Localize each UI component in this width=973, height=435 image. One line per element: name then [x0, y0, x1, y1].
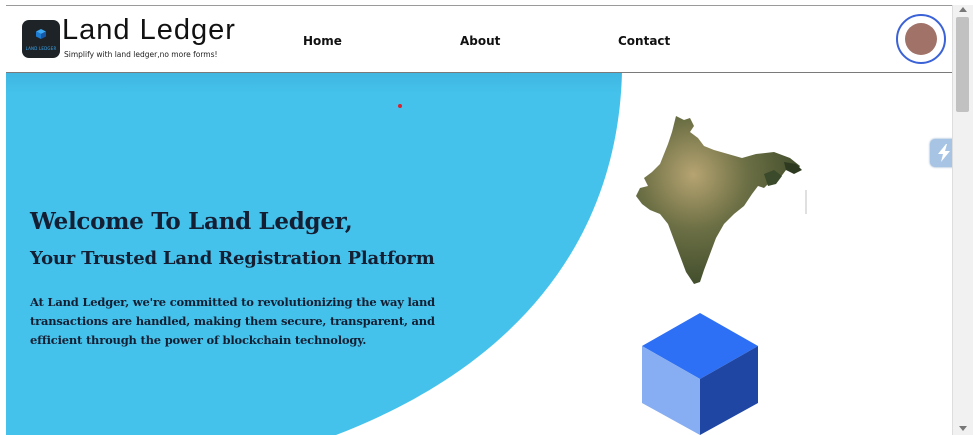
navbar: LAND LEDGER Land Ledger Simplify with la…: [6, 6, 952, 73]
brand-title[interactable]: Land Ledger: [62, 14, 236, 47]
logo-text: LAND LEDGER: [25, 46, 57, 51]
page-viewport: LAND LEDGER Land Ledger Simplify with la…: [6, 6, 952, 435]
hero-welcome-heading: Welcome To Land Ledger,: [30, 208, 353, 235]
scroll-down-arrow-icon[interactable]: [959, 426, 967, 431]
logo-cube-icon: [36, 29, 46, 39]
scrollbar-thumb[interactable]: [956, 17, 969, 112]
nav-contact-link[interactable]: Contact: [618, 34, 670, 48]
brand-subtitle: Simplify with land ledger,no more forms!: [64, 50, 218, 59]
hero-tagline: Your Trusted Land Registration Platform: [30, 248, 435, 269]
lightning-icon: [938, 144, 950, 162]
scroll-up-arrow-icon[interactable]: [959, 7, 967, 12]
decorative-dot: [398, 104, 402, 108]
vertical-scrollbar[interactable]: [952, 5, 973, 435]
hero-description: At Land Ledger, we're committed to revol…: [30, 295, 435, 347]
logo[interactable]: LAND LEDGER: [22, 20, 60, 58]
profile-avatar-button[interactable]: [896, 14, 946, 64]
nav-about-link[interactable]: About: [460, 34, 500, 48]
india-map-image: [636, 116, 807, 284]
user-avatar-icon: [905, 23, 937, 55]
blockchain-cube-image: [642, 313, 758, 435]
floating-extension-button[interactable]: [930, 139, 952, 167]
nav-home-link[interactable]: Home: [303, 34, 342, 48]
